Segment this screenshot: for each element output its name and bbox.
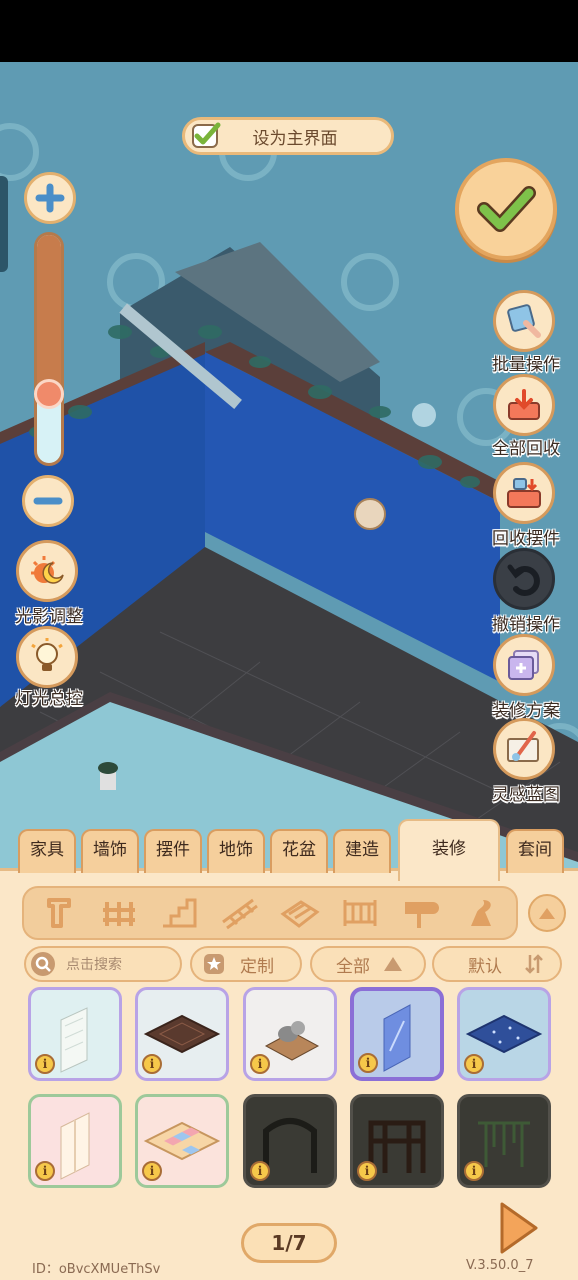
info-icon[interactable]: i: [142, 1161, 162, 1181]
user-id-text: ID：oBvcXMUeThSv: [32, 1262, 161, 1277]
sort-label: 默认: [468, 956, 502, 977]
item-card-lace-wallpaper[interactable]: i: [28, 987, 122, 1081]
info-icon[interactable]: i: [250, 1054, 270, 1074]
blueprint-icon: [507, 731, 539, 762]
item-card-patchwork-floor[interactable]: i: [135, 1094, 229, 1188]
status-bar-area: [0, 0, 578, 62]
tab-wall-decor[interactable]: 墙饰: [81, 829, 139, 873]
stove-icon[interactable]: [459, 892, 501, 934]
lightbulb-icon: [31, 638, 63, 671]
tab-floor-decor[interactable]: 地饰: [207, 829, 265, 873]
undo-label: 撤销操作: [492, 615, 560, 635]
item-card-pink-panel-wallpaper[interactable]: i: [28, 1094, 122, 1188]
inspiration-blueprint-label: 灵感蓝图: [492, 785, 560, 805]
sun-moon-icon: [31, 556, 64, 584]
decor-plan-button[interactable]: [493, 634, 555, 696]
zoom-in-button[interactable]: [24, 172, 76, 224]
tab-furniture[interactable]: 家具: [18, 829, 76, 873]
info-icon[interactable]: i: [35, 1161, 55, 1181]
light-master-control[interactable]: [14, 626, 80, 688]
item-card-dark-wood-floor[interactable]: i: [135, 987, 229, 1081]
decor-plan-icon: [508, 650, 539, 680]
tab-ornaments[interactable]: 摆件: [144, 829, 202, 873]
inspiration-blueprint-button[interactable]: [493, 718, 555, 780]
triangle-up-icon: [384, 957, 402, 971]
light-master-label: 灯光总控: [15, 689, 83, 709]
roof-tile-icon[interactable]: [279, 892, 321, 934]
undo-icon: [507, 564, 540, 596]
info-icon[interactable]: i: [250, 1161, 270, 1181]
version-text: V.3.50.0_7: [466, 1258, 534, 1273]
search-input[interactable]: 点击搜索: [24, 946, 182, 982]
search-icon: [31, 952, 55, 976]
zoom-slider-handle[interactable]: [34, 378, 64, 409]
tab-build[interactable]: 建造: [333, 829, 391, 873]
info-icon[interactable]: i: [142, 1054, 162, 1074]
recycle-all-button[interactable]: [493, 374, 555, 436]
item-card-dark-fence-wall[interactable]: i: [350, 1094, 444, 1188]
info-icon[interactable]: i: [358, 1053, 378, 1073]
railing-icon[interactable]: [219, 892, 261, 934]
light-master-button[interactable]: [16, 626, 78, 688]
fence-icon[interactable]: [99, 892, 141, 934]
item-card-starry-floor[interactable]: i: [457, 987, 551, 1081]
recycle-ornament-label: 回收摆件: [492, 529, 560, 549]
search-placeholder: 点击搜索: [66, 957, 122, 973]
gate-icon[interactable]: [339, 892, 381, 934]
tab-flowerpots[interactable]: 花盆: [270, 829, 328, 873]
tab-renovation[interactable]: 装修: [398, 819, 500, 881]
mailbox-icon[interactable]: [399, 892, 441, 934]
custom-filter-label: 定制: [240, 956, 274, 977]
batch-operation-button[interactable]: [493, 290, 555, 352]
chevron-up-icon: [539, 908, 555, 919]
zoom-slider-fill: [37, 235, 61, 400]
zoom-slider-track[interactable]: [34, 232, 64, 466]
item-card-vine-arch-wall[interactable]: i: [457, 1094, 551, 1188]
subcategory-bar: [22, 886, 518, 940]
recycle-ornament-icon: [507, 478, 541, 508]
check-icon: [477, 186, 536, 232]
all-filter-label: 全部: [336, 956, 370, 977]
checkbox-icon[interactable]: [191, 121, 221, 151]
custom-icon: [204, 954, 224, 974]
wall-icon[interactable]: [39, 892, 81, 934]
set-as-home-banner[interactable]: 设为主界面: [182, 117, 394, 155]
side-drawer-handle[interactable]: [0, 176, 8, 272]
batch-select-icon: [507, 304, 541, 338]
item-card-cat-desk-decor[interactable]: i: [243, 987, 337, 1081]
batch-operation-label: 批量操作: [492, 355, 560, 375]
info-icon[interactable]: i: [357, 1161, 377, 1181]
recycle-all-label: 全部回收: [492, 439, 560, 459]
sort-dropdown[interactable]: 默认: [432, 946, 562, 982]
recycle-all-icon: [508, 389, 540, 420]
light-shadow-control[interactable]: [14, 540, 80, 602]
next-page-button[interactable]: [496, 1200, 540, 1256]
undo-button[interactable]: [493, 548, 555, 610]
light-shadow-button[interactable]: [16, 540, 78, 602]
stairs-icon[interactable]: [159, 892, 201, 934]
minus-icon: [33, 497, 63, 505]
recycle-ornament-button[interactable]: [493, 462, 555, 524]
confirm-button[interactable]: [455, 158, 557, 260]
set-as-home-label: 设为主界面: [252, 128, 338, 149]
collapse-subcategories-button[interactable]: [528, 894, 566, 932]
info-icon[interactable]: i: [464, 1054, 484, 1074]
all-filter-dropdown[interactable]: 全部: [310, 946, 426, 982]
item-card-blue-glass-wallpaper[interactable]: i: [350, 987, 444, 1081]
info-icon[interactable]: i: [35, 1054, 55, 1074]
plus-icon: [35, 183, 65, 213]
tab-suites[interactable]: 套间: [506, 829, 564, 873]
sort-icon: [525, 954, 543, 974]
light-shadow-label: 光影调整: [15, 607, 83, 627]
page-indicator: 1/7: [241, 1223, 337, 1263]
zoom-out-button[interactable]: [22, 475, 74, 527]
item-card-dark-arch-wall[interactable]: i: [243, 1094, 337, 1188]
custom-filter-button[interactable]: 定制: [190, 946, 302, 982]
info-icon[interactable]: i: [464, 1161, 484, 1181]
